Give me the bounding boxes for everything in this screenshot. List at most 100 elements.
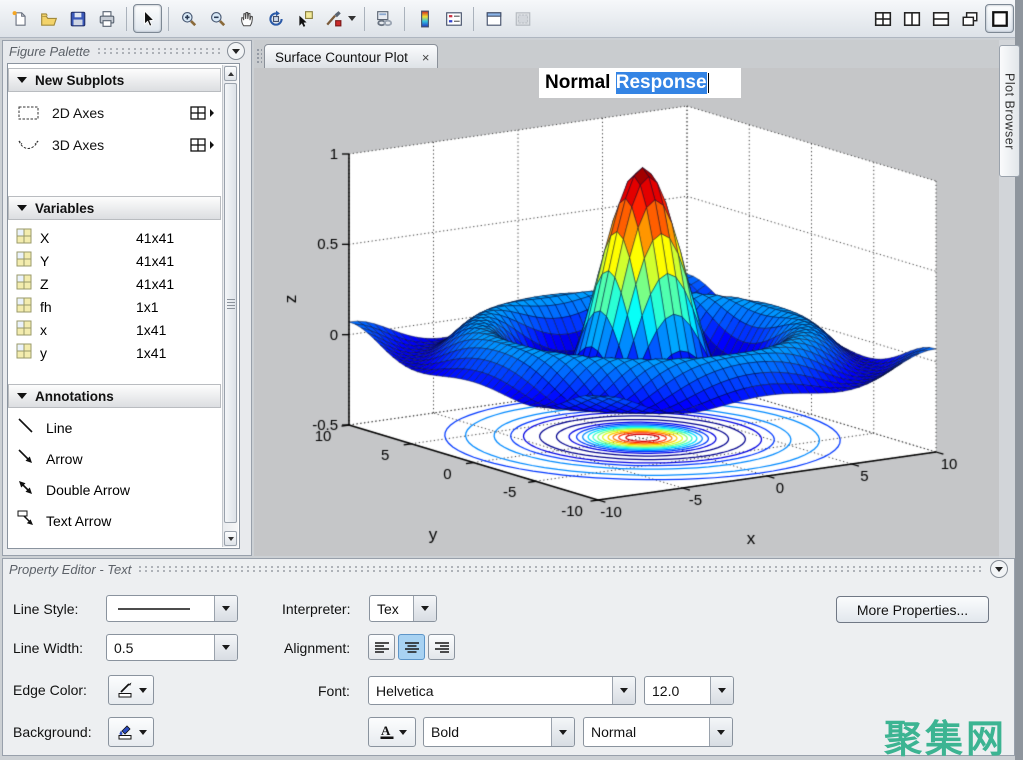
align-center-button[interactable] [398, 634, 425, 660]
text-arrow-icon [16, 509, 36, 532]
dropdown-arrow[interactable] [710, 677, 733, 704]
plot-title-editbox[interactable]: Normal Response [539, 68, 741, 98]
toolbar-separator [168, 7, 169, 31]
interpreter-dropdown[interactable]: Tex [369, 595, 437, 622]
variable-row-x[interactable]: x 1x41 [8, 318, 221, 341]
collapse-icon [17, 77, 27, 83]
variable-size: 1x41 [136, 345, 166, 361]
variable-row-y[interactable]: y 1x41 [8, 341, 221, 364]
pan-button[interactable] [233, 5, 260, 32]
triangle-down-icon [228, 537, 234, 541]
scroll-down-button[interactable] [224, 531, 237, 546]
line-width-dropdown[interactable]: 0.5 [106, 634, 238, 661]
tab-drag-handle[interactable] [256, 48, 262, 64]
scrollbar-thumb[interactable] [224, 83, 237, 523]
dropdown-arrow[interactable] [214, 635, 237, 660]
surface-plot-axes[interactable] [254, 68, 999, 556]
scroll-up-button[interactable] [224, 66, 237, 81]
double-arrow-icon [16, 478, 36, 501]
matrix-variable-icon [16, 251, 40, 271]
link-icon [376, 10, 394, 28]
zoom-in-button[interactable] [175, 5, 202, 32]
paint-bucket-icon [116, 723, 136, 741]
new-figure-button[interactable] [6, 5, 33, 32]
plot-browser-tab[interactable]: Plot Browser [999, 45, 1020, 177]
line-style-dropdown[interactable] [106, 595, 238, 622]
grid-picker-icon [190, 106, 207, 121]
layout-float-button[interactable] [956, 5, 983, 32]
hand-icon [238, 10, 256, 28]
rotate-3d-button[interactable] [262, 5, 289, 32]
brush-data-button[interactable] [320, 5, 347, 32]
interpreter-label: Interpreter: [282, 601, 350, 617]
font-size-dropdown[interactable]: 12.0 [644, 676, 734, 705]
section-annotations[interactable]: Annotations [8, 384, 221, 408]
palette-item-3d-axes[interactable]: 3D Axes [8, 132, 221, 158]
layout-split-vertical-button[interactable] [898, 5, 925, 32]
legend-icon [445, 10, 463, 28]
font-weight-dropdown[interactable]: Bold [423, 717, 575, 747]
variable-row-X[interactable]: X 41x41 [8, 226, 221, 249]
close-icon[interactable]: × [422, 51, 430, 64]
annotation-item-arrow[interactable]: Arrow [8, 443, 221, 474]
text-cursor [708, 73, 710, 93]
data-cursor-button[interactable] [291, 5, 318, 32]
layout-grid-button[interactable] [869, 5, 896, 32]
insert-colorbar-button[interactable] [411, 5, 438, 32]
font-family-dropdown[interactable]: Helvetica [368, 676, 636, 705]
layout-rows-icon [932, 10, 950, 28]
more-properties-button[interactable]: More Properties... [836, 596, 989, 623]
align-right-button[interactable] [428, 634, 455, 660]
brush-dropdown-caret[interactable] [348, 16, 356, 21]
link-plots-button[interactable] [371, 5, 398, 32]
dropdown-arrow[interactable] [413, 596, 436, 621]
rotate-3d-icon [267, 10, 285, 28]
section-variables[interactable]: Variables [8, 196, 221, 220]
subplot-grid-button[interactable] [190, 138, 215, 153]
edit-plot-button[interactable] [133, 4, 162, 33]
property-editor-menu-button[interactable] [990, 560, 1008, 578]
background-color-button[interactable] [108, 717, 154, 747]
edge-color-label: Edge Color: [13, 682, 87, 698]
layout-maximize-button[interactable] [985, 4, 1014, 33]
hide-plot-tools-button[interactable] [509, 5, 536, 32]
zoom-out-button[interactable] [204, 5, 231, 32]
font-angle-value: Normal [584, 718, 709, 746]
save-figure-button[interactable] [64, 5, 91, 32]
font-color-button[interactable]: A [368, 717, 416, 747]
annotation-item-double-arrow[interactable]: Double Arrow [8, 474, 221, 505]
insert-legend-button[interactable] [440, 5, 467, 32]
figure-toolbar [0, 0, 1023, 38]
variable-row-Z[interactable]: Z 41x41 [8, 272, 221, 295]
palette-menu-button[interactable] [227, 42, 245, 60]
dropdown-arrow[interactable] [709, 718, 732, 746]
align-left-button[interactable] [368, 634, 395, 660]
print-figure-button[interactable] [93, 5, 120, 32]
variable-name: fh [40, 299, 136, 315]
show-plot-tools-button[interactable] [480, 5, 507, 32]
figure-palette-header: Figure Palette [3, 41, 251, 61]
annotation-item-line[interactable]: Line [8, 412, 221, 443]
font-angle-dropdown[interactable]: Normal [583, 717, 733, 747]
section-new-subplots[interactable]: New Subplots [8, 68, 221, 92]
pen-color-icon [116, 681, 136, 699]
line-width-value: 0.5 [107, 635, 214, 660]
palette-item-2d-axes[interactable]: 2D Axes [8, 100, 221, 126]
annotation-item-text-arrow[interactable]: Text Arrow [8, 505, 221, 536]
chevron-down-icon [995, 567, 1003, 572]
open-file-button[interactable] [35, 5, 62, 32]
dropdown-arrow[interactable] [214, 596, 237, 621]
dropdown-arrow[interactable] [551, 718, 574, 746]
variable-size: 1x1 [136, 299, 159, 315]
layout-split-horizontal-button[interactable] [927, 5, 954, 32]
variable-row-fh[interactable]: fh 1x1 [8, 295, 221, 318]
font-weight-value: Bold [424, 718, 551, 746]
variable-row-Y[interactable]: Y 41x41 [8, 249, 221, 272]
figure-tab[interactable]: Surface Countour Plot × [264, 44, 438, 70]
palette-scrollbar[interactable] [222, 65, 238, 547]
layout-cascade-icon [961, 10, 979, 28]
edge-color-button[interactable] [108, 675, 154, 705]
figure-tab-label: Surface Countour Plot [275, 50, 408, 65]
subplot-grid-button[interactable] [190, 106, 215, 121]
dropdown-arrow[interactable] [612, 677, 635, 704]
